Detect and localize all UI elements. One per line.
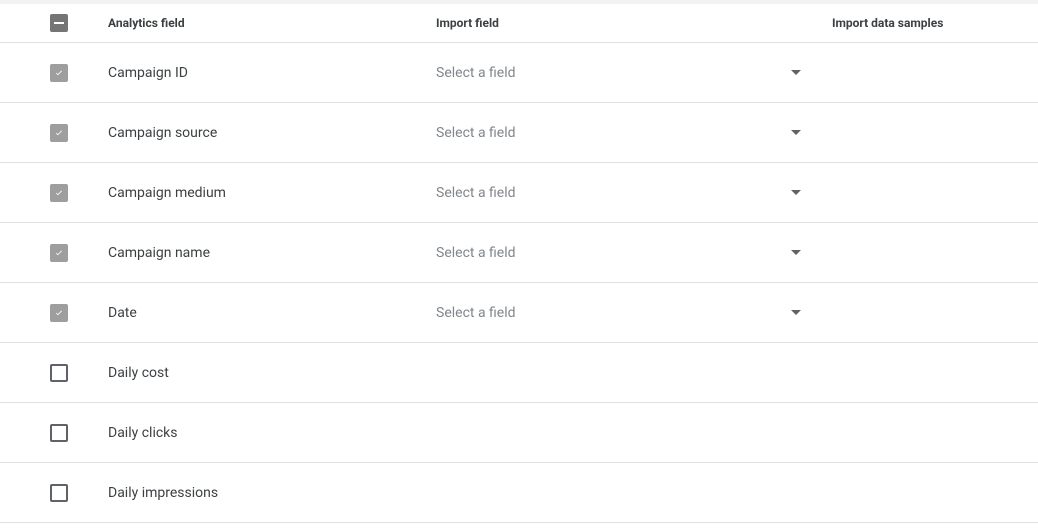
analytics-field-label: Date (108, 305, 436, 321)
import-field-select[interactable]: Select a field (436, 185, 801, 201)
table-row: Daily impressions (0, 463, 1038, 523)
row-checkbox[interactable] (50, 64, 68, 82)
analytics-field-label: Campaign name (108, 245, 436, 261)
checkbox-cell (0, 64, 108, 82)
row-checkbox[interactable] (50, 484, 68, 502)
select-placeholder: Select a field (436, 185, 516, 201)
analytics-field-label: Campaign ID (108, 65, 436, 81)
checkmark-icon (53, 308, 65, 317)
caret-down-icon (791, 130, 801, 135)
analytics-field-label: Daily impressions (108, 485, 436, 501)
checkbox-cell (0, 244, 108, 262)
caret-down-icon (791, 310, 801, 315)
checkbox-cell (0, 484, 108, 502)
checkbox-cell (0, 184, 108, 202)
select-placeholder: Select a field (436, 65, 516, 81)
caret-down-icon (791, 190, 801, 195)
caret-down-icon (791, 250, 801, 255)
header-analytics-field: Analytics field (108, 16, 436, 30)
analytics-field-label: Campaign source (108, 125, 436, 141)
row-checkbox[interactable] (50, 184, 68, 202)
checkmark-icon (53, 128, 65, 137)
header-import-samples: Import data samples (832, 16, 1038, 30)
checkmark-icon (53, 68, 65, 77)
table-row: DateSelect a field (0, 283, 1038, 343)
table-row: Campaign IDSelect a field (0, 43, 1038, 103)
row-checkbox[interactable] (50, 364, 68, 382)
caret-down-icon (791, 70, 801, 75)
checkmark-icon (53, 248, 65, 257)
table-header-row: Analytics field Import field Import data… (0, 0, 1038, 43)
import-field-cell: Select a field (436, 65, 832, 81)
indeterminate-icon (54, 22, 64, 24)
header-checkbox-cell (0, 14, 108, 32)
select-placeholder: Select a field (436, 125, 516, 141)
select-placeholder: Select a field (436, 305, 516, 321)
import-field-select[interactable]: Select a field (436, 305, 801, 321)
checkbox-cell (0, 124, 108, 142)
row-checkbox[interactable] (50, 244, 68, 262)
checkbox-cell (0, 304, 108, 322)
table-row: Campaign mediumSelect a field (0, 163, 1038, 223)
select-placeholder: Select a field (436, 245, 516, 261)
checkbox-cell (0, 424, 108, 442)
checkbox-cell (0, 364, 108, 382)
table-row: Campaign sourceSelect a field (0, 103, 1038, 163)
import-field-cell: Select a field (436, 305, 832, 321)
header-import-field: Import field (436, 16, 832, 30)
table-row: Daily clicks (0, 403, 1038, 463)
import-field-select[interactable]: Select a field (436, 65, 801, 81)
checkmark-icon (53, 188, 65, 197)
analytics-field-label: Daily cost (108, 365, 436, 381)
table-row: Daily cost (0, 343, 1038, 403)
row-checkbox[interactable] (50, 424, 68, 442)
import-field-select[interactable]: Select a field (436, 125, 801, 141)
table-row: Campaign nameSelect a field (0, 223, 1038, 283)
row-checkbox[interactable] (50, 304, 68, 322)
import-field-cell: Select a field (436, 245, 832, 261)
row-checkbox[interactable] (50, 124, 68, 142)
field-mapping-table: Analytics field Import field Import data… (0, 0, 1038, 523)
select-all-checkbox[interactable] (50, 14, 68, 32)
import-field-cell: Select a field (436, 125, 832, 141)
analytics-field-label: Campaign medium (108, 185, 436, 201)
import-field-cell: Select a field (436, 185, 832, 201)
analytics-field-label: Daily clicks (108, 425, 436, 441)
import-field-select[interactable]: Select a field (436, 245, 801, 261)
